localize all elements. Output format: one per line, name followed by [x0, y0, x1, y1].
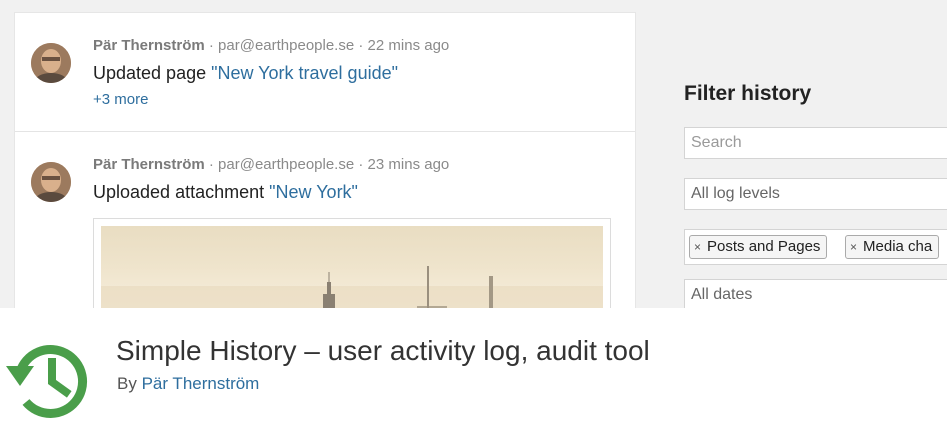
plugin-banner: Pär Thernström · par@earthpeople.se · 22… [0, 0, 947, 308]
city-skyline-image [101, 226, 603, 308]
meta-separator: · [354, 37, 368, 54]
remove-tag-icon[interactable]: × [850, 240, 857, 254]
filter-title: Filter history [684, 82, 812, 105]
plugin-title[interactable]: Simple History – user activity log, audi… [116, 335, 650, 367]
history-entry: Pär Thernström · par@earthpeople.se · 22… [15, 13, 635, 132]
entry-user[interactable]: Pär Thernström [93, 37, 205, 54]
meta-separator: · [354, 156, 368, 173]
filter-tag-label: Media cha [863, 238, 933, 255]
entry-action: Updated page [93, 63, 212, 83]
entry-time[interactable]: 22 mins ago [368, 37, 450, 54]
entry-meta: Pär Thernström · par@earthpeople.se · 22… [93, 37, 449, 54]
history-clock-icon [6, 340, 92, 420]
entry-email: par@earthpeople.se [218, 37, 355, 54]
date-select[interactable]: All dates [684, 279, 947, 308]
filter-panel: Filter history Search All log levels × Po… [684, 0, 947, 308]
log-level-select[interactable]: All log levels [684, 178, 947, 210]
entry-time[interactable]: 23 mins ago [368, 156, 450, 173]
more-link[interactable]: +3 more [93, 91, 148, 108]
attachment-thumbnail[interactable] [93, 218, 611, 308]
entry-object-link[interactable]: "New York" [269, 182, 358, 202]
filter-tag-label: Posts and Pages [707, 238, 821, 255]
by-label: By [117, 374, 142, 393]
meta-separator: · [204, 156, 219, 173]
entry-meta: Pär Thernström · par@earthpeople.se · 23… [93, 156, 449, 173]
meta-separator: · [204, 37, 219, 54]
entry-action: Uploaded attachment [93, 182, 270, 202]
filter-tag[interactable]: × Media cha [845, 235, 940, 259]
user-avatar[interactable] [31, 43, 71, 83]
history-feed: Pär Thernström · par@earthpeople.se · 22… [14, 12, 636, 308]
entry-message: Updated page "New York travel guide" [93, 63, 398, 84]
message-type-filter[interactable]: × Posts and Pages × Media cha [684, 229, 947, 265]
remove-tag-icon[interactable]: × [694, 240, 701, 254]
entry-email: par@earthpeople.se [218, 156, 355, 173]
entry-object-link[interactable]: "New York travel guide" [211, 63, 398, 83]
entry-message: Uploaded attachment "New York" [93, 182, 358, 203]
user-avatar[interactable] [31, 162, 71, 202]
author-link[interactable]: Pär Thernström [142, 374, 260, 393]
plugin-info: Simple History – user activity log, audi… [0, 308, 947, 420]
history-entry: Pär Thernström · par@earthpeople.se · 23… [15, 132, 635, 308]
plugin-byline: By Pär Thernström [117, 374, 259, 394]
entry-user[interactable]: Pär Thernström [93, 156, 205, 173]
filter-tag[interactable]: × Posts and Pages [689, 235, 828, 259]
search-input[interactable]: Search [684, 127, 947, 159]
